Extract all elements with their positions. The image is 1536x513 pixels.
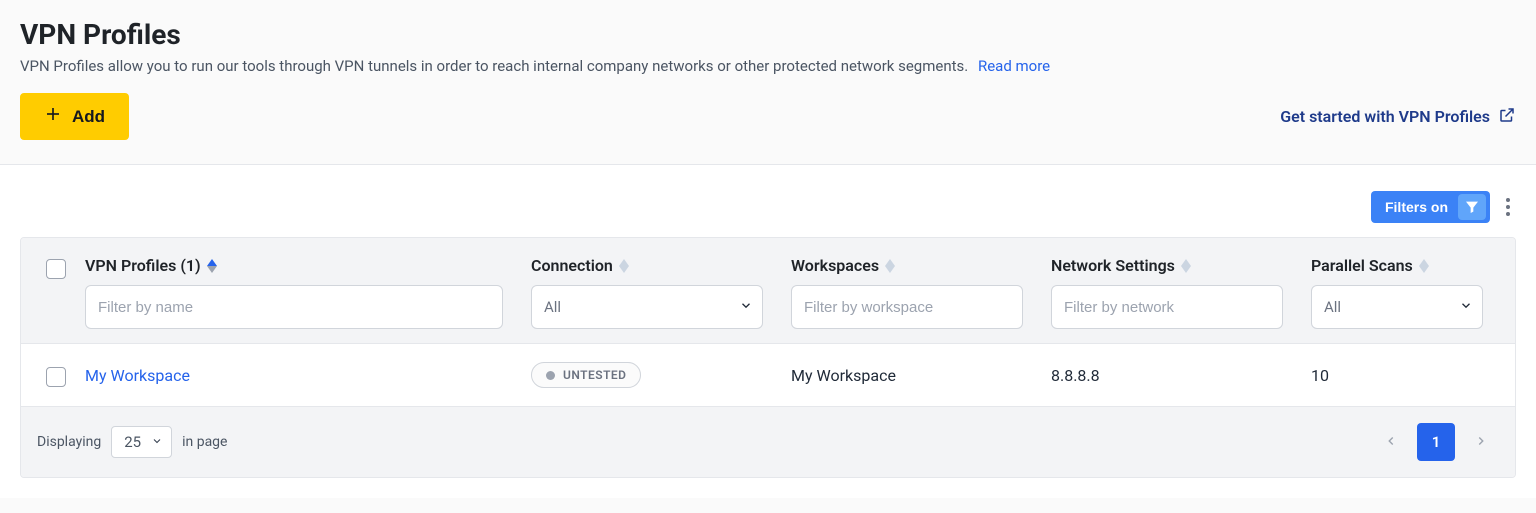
- column-header-workspaces-label: Workspaces: [791, 256, 879, 275]
- row-select-checkbox[interactable]: [46, 367, 66, 387]
- prev-page-button[interactable]: [1373, 424, 1409, 460]
- chevron-down-icon: [151, 433, 163, 451]
- sort-icon: [1181, 259, 1191, 273]
- column-header-parallel: Parallel Scans All: [1303, 252, 1503, 329]
- filter-name-input[interactable]: [85, 285, 503, 329]
- connection-status-badge: UNTESTED: [531, 362, 641, 388]
- select-all-cell: [33, 252, 77, 282]
- column-header-connection: Connection All: [523, 252, 783, 329]
- read-more-link[interactable]: Read more: [978, 57, 1050, 75]
- filter-parallel-select[interactable]: All: [1311, 285, 1495, 329]
- content-region: Filters on VPN Profiles (1): [0, 165, 1536, 498]
- sort-icon: [1419, 259, 1429, 273]
- filter-workspace-input[interactable]: [791, 285, 1023, 329]
- status-dot-icon: [546, 371, 555, 380]
- chevron-right-icon: [1474, 434, 1488, 451]
- profile-name-link[interactable]: My Workspace: [85, 366, 190, 385]
- pagination-bar: Displaying 25 in page 1: [21, 406, 1515, 477]
- filter-connection-select[interactable]: All: [531, 285, 775, 329]
- page-size-value: 25: [124, 433, 141, 451]
- row-parallel-cell: 10: [1303, 366, 1503, 385]
- column-header-parallel-label: Parallel Scans: [1311, 256, 1413, 275]
- column-header-network-label-wrap[interactable]: Network Settings: [1051, 256, 1191, 275]
- filters-toggle-label: Filters on: [1385, 199, 1448, 215]
- table-row: My Workspace UNTESTED My Workspace 8.8.8…: [21, 343, 1515, 406]
- pager: 1: [1373, 423, 1499, 461]
- get-started-label: Get started with VPN Profiles: [1280, 107, 1490, 126]
- column-header-connection-label: Connection: [531, 256, 613, 275]
- column-header-network: Network Settings: [1043, 252, 1303, 329]
- row-name-cell: My Workspace: [77, 366, 523, 385]
- page-size-select[interactable]: 25: [111, 426, 172, 458]
- filter-connection-value: All: [544, 298, 561, 316]
- page-description-text: VPN Profiles allow you to run our tools …: [20, 57, 968, 75]
- displaying-label: Displaying: [37, 434, 101, 450]
- table-header-row: VPN Profiles (1) Connection: [21, 238, 1515, 343]
- sort-icon: [885, 259, 895, 273]
- page-title: VPN Profiles: [20, 18, 1516, 51]
- plus-icon: [44, 105, 62, 128]
- dots-vertical-icon: [1506, 198, 1510, 202]
- filter-toolbar: Filters on: [20, 191, 1516, 223]
- add-button-label: Add: [72, 107, 105, 127]
- column-header-workspaces: Workspaces: [783, 252, 1043, 329]
- page-header: VPN Profiles VPN Profiles allow you to r…: [0, 0, 1536, 165]
- column-header-parallel-label-wrap[interactable]: Parallel Scans: [1311, 256, 1429, 275]
- column-header-network-label: Network Settings: [1051, 256, 1175, 275]
- sort-icon: [619, 259, 629, 273]
- add-button[interactable]: Add: [20, 93, 129, 140]
- get-started-link[interactable]: Get started with VPN Profiles: [1280, 106, 1516, 128]
- row-connection-cell: UNTESTED: [523, 362, 783, 388]
- header-actions: Add Get started with VPN Profiles: [20, 93, 1516, 140]
- column-header-name-label: VPN Profiles (1): [85, 256, 201, 275]
- filter-network-input[interactable]: [1051, 285, 1283, 329]
- filter-parallel-value: All: [1324, 298, 1341, 316]
- row-select-cell: [33, 360, 77, 390]
- column-header-connection-label-wrap[interactable]: Connection: [531, 256, 629, 275]
- column-header-workspaces-label-wrap[interactable]: Workspaces: [791, 256, 895, 275]
- external-link-icon: [1498, 106, 1516, 128]
- more-options-button[interactable]: [1500, 192, 1516, 222]
- connection-status-label: UNTESTED: [563, 368, 626, 382]
- funnel-icon: [1458, 194, 1486, 220]
- page-description: VPN Profiles allow you to run our tools …: [20, 57, 1516, 75]
- page-size-control: Displaying 25 in page: [37, 426, 227, 458]
- profiles-table: VPN Profiles (1) Connection: [20, 237, 1516, 478]
- sort-icon: [207, 259, 217, 273]
- row-workspace-cell: My Workspace: [783, 366, 1043, 385]
- select-all-checkbox[interactable]: [46, 259, 66, 279]
- filters-toggle-button[interactable]: Filters on: [1371, 191, 1490, 223]
- in-page-label: in page: [182, 434, 227, 450]
- current-page-indicator[interactable]: 1: [1417, 423, 1455, 461]
- next-page-button[interactable]: [1463, 424, 1499, 460]
- column-header-name: VPN Profiles (1): [77, 252, 523, 329]
- column-header-name-label-wrap[interactable]: VPN Profiles (1): [85, 256, 217, 275]
- chevron-left-icon: [1384, 434, 1398, 451]
- row-network-cell: 8.8.8.8: [1043, 366, 1303, 385]
